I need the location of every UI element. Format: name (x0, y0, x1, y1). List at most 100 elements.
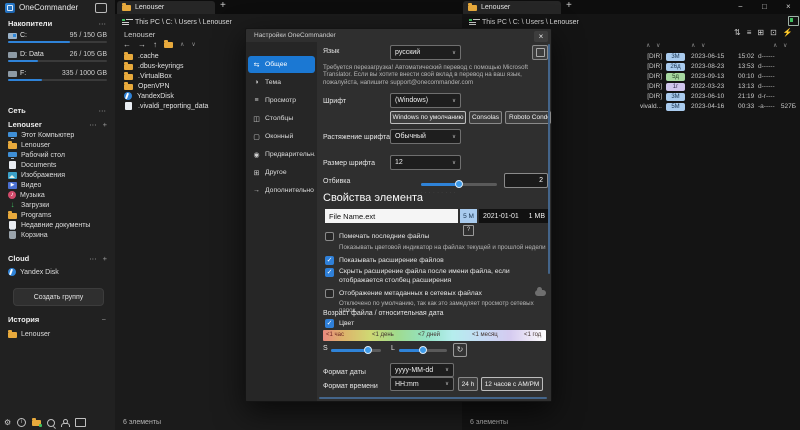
quick-actions-icon[interactable]: ⚡ (783, 28, 793, 37)
tab-columns[interactable]: ◫ Столбцы (248, 110, 315, 127)
show-extensions-checkbox[interactable]: ✓ (325, 256, 334, 265)
spacing-value[interactable]: 2 (504, 173, 548, 188)
right-status-count: 6 элементы (470, 419, 509, 426)
drives-menu-icon[interactable]: ⋯ (99, 19, 108, 28)
user-account-icon[interactable] (61, 418, 71, 427)
sort-icon[interactable]: ⇅ (734, 28, 741, 37)
file-row[interactable]: .dbus-keyrings (124, 61, 208, 71)
saturation-slider[interactable] (331, 346, 381, 354)
network-menu-icon[interactable]: ⋯ (99, 106, 108, 115)
sort-date-chevrons[interactable]: ∧ ∨ (691, 42, 707, 49)
translate-button[interactable] (532, 45, 548, 60)
history-collapse-icon[interactable]: − (102, 315, 107, 324)
tab-theme[interactable]: ◑ Тема (248, 74, 315, 91)
right-breadcrumb[interactable]: This PC \ C: \ Users \ Lenouser (462, 15, 800, 29)
date-format-select[interactable]: yyyy-MM-dd ∨ (390, 363, 454, 377)
reset-colors-icon[interactable]: ↻ (453, 343, 467, 357)
tab-preview[interactable]: ◉ Предварительн... (248, 146, 315, 163)
font-select[interactable]: (Windows) ∨ (390, 93, 461, 108)
file-row[interactable]: .VirtualBox (124, 71, 208, 81)
time-format-select[interactable]: HH:mm ∨ (390, 377, 454, 391)
dual-pane-status-icon[interactable] (788, 16, 799, 26)
dialog-horizontal-scrollbar[interactable] (319, 397, 547, 399)
mark-recent-checkbox[interactable] (325, 232, 334, 241)
sidebar-item-music[interactable]: ♪ Музыка (0, 190, 115, 200)
file-row[interactable]: .vivaldi_reporting_data (124, 101, 208, 111)
folder-icon (124, 81, 133, 90)
cloud-menu-icon[interactable]: ⋯ (89, 254, 98, 263)
sidebar-item-this-computer[interactable]: Этот Компьютер (0, 130, 115, 140)
file-row[interactable]: OpenVPN (124, 81, 208, 91)
font-size-select[interactable]: 12 ∨ (390, 155, 461, 170)
tab-lenouser[interactable]: Lenouser (117, 1, 215, 14)
info-icon[interactable]: i (17, 418, 27, 427)
hide-extension-checkbox[interactable]: ✓ (325, 268, 334, 277)
maximize-icon[interactable]: □ (762, 2, 767, 11)
tab-general[interactable]: ⇆ Общее (248, 56, 315, 73)
sidebar-item-pictures[interactable]: Изображения (0, 170, 115, 180)
sidebar-item-programs[interactable]: Programs (0, 210, 115, 220)
sidebar-item-desktop[interactable]: Рабочий стол (0, 150, 115, 160)
arrow-right-icon: → (253, 187, 260, 194)
format-24h-button[interactable]: 24 h (458, 377, 478, 391)
sort-name-chevrons[interactable]: ∧ ∨ (646, 42, 662, 49)
tab-window[interactable]: ▢ Оконный (248, 128, 315, 145)
user-add-icon[interactable]: + (103, 120, 107, 129)
tab-lenouser[interactable]: Lenouser (463, 1, 561, 14)
search-icon[interactable] (47, 418, 56, 427)
settings-icon[interactable]: ⚙ (4, 418, 11, 427)
back-icon[interactable]: ← (123, 40, 131, 49)
spacing-slider[interactable] (421, 180, 497, 188)
collapse-icon[interactable]: ∧ (180, 41, 184, 48)
sidebar-item-lenouser[interactable]: Lenouser (0, 140, 115, 150)
layout-toggle-icon[interactable] (95, 3, 107, 13)
grid-view-icon[interactable]: ⊞ (757, 28, 764, 37)
sort-size-chevrons[interactable]: ∧ ∨ (773, 42, 789, 49)
forward-icon[interactable]: → (138, 40, 146, 49)
display-icon[interactable] (75, 418, 87, 427)
up-icon[interactable]: ↑ (153, 40, 157, 49)
right-tabbar: Lenouser + − □ × (462, 0, 800, 14)
font-consolas-button[interactable]: Consolas (469, 111, 502, 124)
close-window-icon[interactable]: × (786, 2, 791, 11)
network-metadata-checkbox[interactable] (325, 289, 334, 298)
format-12h-button[interactable]: 12 часов с AM/PM (481, 377, 543, 391)
minimize-icon[interactable]: − (738, 2, 743, 11)
sidebar-item-downloads[interactable]: ↓ Загрузки (0, 200, 115, 210)
new-tab-icon[interactable]: + (566, 0, 572, 11)
help-badge[interactable]: ? (463, 225, 474, 236)
dialog-vertical-scrollbar[interactable] (548, 44, 550, 274)
create-group-button[interactable]: Создать группу (13, 288, 104, 306)
middle-breadcrumb[interactable]: This PC \ C: \ Users \ Lenouser (115, 15, 462, 29)
tab-other[interactable]: ⊞ Другое (248, 164, 315, 181)
drive-f[interactable]: F: 335 / 1000 GB (0, 70, 115, 88)
sidebar-item-recent-documents[interactable]: Недавние документы (0, 220, 115, 230)
folder-icon (8, 140, 17, 149)
language-select[interactable]: русский ∨ (390, 45, 461, 60)
sidebar-item-videos[interactable]: ▶ Видео (0, 180, 115, 190)
copy-icon[interactable]: ⊡ (770, 28, 777, 37)
dialog-close-icon[interactable]: × (534, 31, 548, 42)
font-default-button[interactable]: Windows по умолчанию (390, 111, 466, 124)
drive-d[interactable]: D: Data 26 / 105 GB (0, 51, 115, 69)
history-item-lenouser[interactable]: Lenouser (0, 329, 131, 339)
color-checkbox[interactable]: ✓ (325, 319, 334, 328)
sidebar-item-recycle-bin[interactable]: Корзина (0, 229, 115, 240)
file-row[interactable]: .cache (124, 51, 208, 61)
expand-icon[interactable]: ∨ (191, 41, 195, 48)
cloud-add-icon[interactable]: + (103, 254, 107, 263)
user-menu-icon[interactable]: ⋯ (89, 120, 98, 129)
list-view-icon[interactable]: ≡ (747, 28, 752, 37)
file-operations-icon[interactable] (32, 418, 43, 427)
lightness-slider[interactable] (399, 346, 447, 354)
drive-c[interactable]: C: 95 / 150 GB (0, 32, 115, 50)
new-tab-icon[interactable]: + (220, 0, 226, 11)
font-stretch-select[interactable]: Обычный ∨ (390, 129, 461, 144)
file-row[interactable]: YandexDisk (124, 91, 208, 101)
sidebar-item-documents[interactable]: Documents (0, 160, 115, 170)
tab-advanced[interactable]: → Дополнительно (248, 182, 315, 199)
new-folder-icon[interactable] (164, 40, 173, 48)
sidebar-item-yandex-disk[interactable]: Yandex Disk (0, 267, 131, 277)
tab-view[interactable]: ≡ Просмотр (248, 92, 315, 109)
font-roboto-button[interactable]: Roboto Condensed (505, 111, 551, 124)
